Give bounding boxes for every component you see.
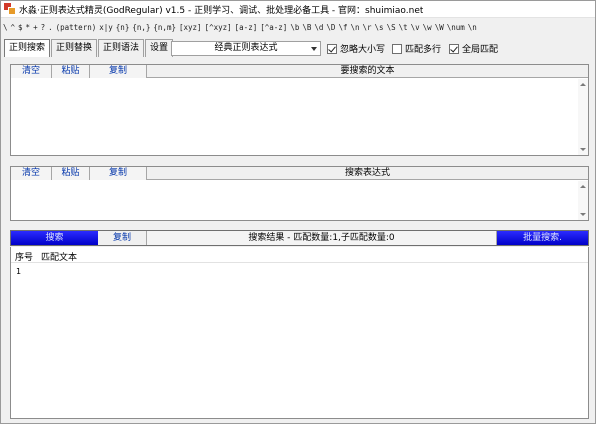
syntax-token[interactable]: [^a-z]	[260, 23, 287, 32]
scroll-down-icon[interactable]	[580, 148, 586, 151]
syntax-token[interactable]: [^xyz]	[205, 23, 232, 32]
checkbox-checked-icon[interactable]	[327, 43, 337, 54]
ignore-case-label: 忽略大小写	[340, 45, 386, 55]
scroll-up-icon[interactable]	[580, 83, 586, 86]
tab-regex-replace[interactable]: 正则替换	[51, 39, 98, 57]
search-text-input[interactable]	[11, 79, 588, 155]
checkbox-unchecked-icon[interactable]	[392, 43, 402, 54]
syntax-token[interactable]: \r	[363, 23, 372, 32]
global-match-label: 全局匹配	[462, 45, 499, 55]
results-list[interactable]: 序号 匹配文本 1	[10, 247, 589, 419]
syntax-token[interactable]: \n	[350, 23, 359, 32]
chevron-down-icon[interactable]	[311, 47, 317, 51]
paste-regex-button[interactable]: 粘贴	[52, 167, 90, 180]
syntax-token[interactable]: \n	[468, 23, 477, 32]
syntax-token[interactable]: (pattern)	[56, 23, 97, 32]
batch-search-button[interactable]: 批量搜索.	[497, 231, 588, 245]
global-match-checkbox[interactable]: 全局匹配	[449, 42, 498, 55]
syntax-token[interactable]: \D	[326, 23, 335, 32]
syntax-token[interactable]: \s	[375, 23, 384, 32]
multiline-checkbox[interactable]: 匹配多行	[392, 42, 441, 55]
syntax-token[interactable]: {n,m}	[153, 23, 176, 32]
results-toolbar: 搜索 复制 搜索结果 - 匹配数量:1,子匹配数量:0 批量搜索.	[10, 230, 589, 246]
regex-scrollbar[interactable]	[578, 181, 588, 220]
mode-tabs: 正则搜索 正则替换 正则语法 设置	[4, 39, 174, 57]
syntax-token[interactable]: \v	[411, 23, 420, 32]
title-bar: 水淼·正则表达式精灵(GodRegular) v1.5 - 正则学习、调试、批处…	[1, 1, 595, 18]
syntax-token[interactable]: [xyz]	[179, 23, 202, 32]
search-text-panel: 清空 粘贴 复制 要搜索的文本	[10, 64, 589, 156]
syntax-token[interactable]: +	[33, 23, 38, 32]
syntax-token[interactable]: \S	[387, 23, 396, 32]
regex-title: 搜索表达式	[344, 168, 390, 178]
copy-results-button[interactable]: 复制	[98, 231, 147, 245]
syntax-token[interactable]: *	[26, 23, 31, 32]
syntax-token-bar: \ ^ $ * +?. (pattern) x|y {n} {n,} {n,m} [xyz] [^xy…	[3, 21, 593, 35]
syntax-token[interactable]: $	[18, 23, 23, 32]
checkbox-checked-icon[interactable]	[449, 43, 459, 54]
regex-preset-select[interactable]: 经典正则表达式	[171, 41, 321, 56]
syntax-token[interactable]: \W	[435, 23, 444, 32]
app-window: 水淼·正则表达式精灵(GodRegular) v1.5 - 正则学习、调试、批处…	[0, 0, 596, 424]
clear-regex-button[interactable]: 清空	[11, 167, 52, 180]
syntax-token[interactable]: \	[3, 23, 8, 32]
tab-settings[interactable]: 设置	[145, 39, 174, 57]
syntax-token[interactable]: \d	[314, 23, 323, 32]
syntax-token[interactable]: x|y	[99, 23, 113, 32]
syntax-token[interactable]: \b	[290, 23, 299, 32]
syntax-token[interactable]: ?	[41, 23, 46, 32]
tab-regex-syntax[interactable]: 正则语法	[98, 39, 145, 57]
syntax-token[interactable]: {n}	[116, 23, 130, 32]
results-summary: 搜索结果 - 匹配数量:1,子匹配数量:0	[147, 231, 497, 245]
scroll-down-icon[interactable]	[580, 213, 586, 216]
ignore-case-checkbox[interactable]: 忽略大小写	[327, 42, 385, 55]
syntax-token[interactable]: .	[48, 23, 53, 32]
app-logo-icon	[4, 3, 16, 15]
header-divider	[11, 262, 588, 263]
regex-preset-value: 经典正则表达式	[214, 43, 278, 53]
regex-header: 清空 粘贴 复制 搜索表达式	[11, 167, 588, 180]
search-text-header: 清空 粘贴 复制 要搜索的文本	[11, 65, 588, 78]
scroll-up-icon[interactable]	[580, 185, 586, 188]
search-text-scrollbar[interactable]	[578, 79, 588, 155]
regex-panel: 清空 粘贴 复制 搜索表达式	[10, 166, 589, 221]
syntax-token[interactable]: \w	[423, 23, 432, 32]
table-row[interactable]: 1	[16, 267, 21, 276]
tab-regex-search[interactable]: 正则搜索	[4, 39, 51, 57]
syntax-token[interactable]: \f	[338, 23, 347, 32]
regex-input[interactable]	[11, 181, 588, 220]
syntax-token[interactable]: \B	[302, 23, 311, 32]
syntax-token[interactable]: {n,}	[132, 23, 150, 32]
search-button[interactable]: 搜索	[11, 231, 98, 245]
syntax-token[interactable]: \t	[399, 23, 408, 32]
syntax-token[interactable]: ^	[11, 23, 16, 32]
paste-text-button[interactable]: 粘贴	[52, 65, 90, 78]
syntax-token[interactable]: [a-z]	[235, 23, 258, 32]
search-text-title: 要搜索的文本	[340, 66, 395, 76]
window-title: 水淼·正则表达式精灵(GodRegular) v1.5 - 正则学习、调试、批处…	[19, 5, 424, 16]
multiline-label: 匹配多行	[405, 45, 442, 55]
row-index: 1	[16, 267, 22, 276]
copy-text-button[interactable]: 复制	[90, 65, 147, 78]
copy-regex-button[interactable]: 复制	[90, 167, 147, 180]
syntax-token[interactable]: \num	[447, 23, 465, 32]
clear-text-button[interactable]: 清空	[11, 65, 52, 78]
